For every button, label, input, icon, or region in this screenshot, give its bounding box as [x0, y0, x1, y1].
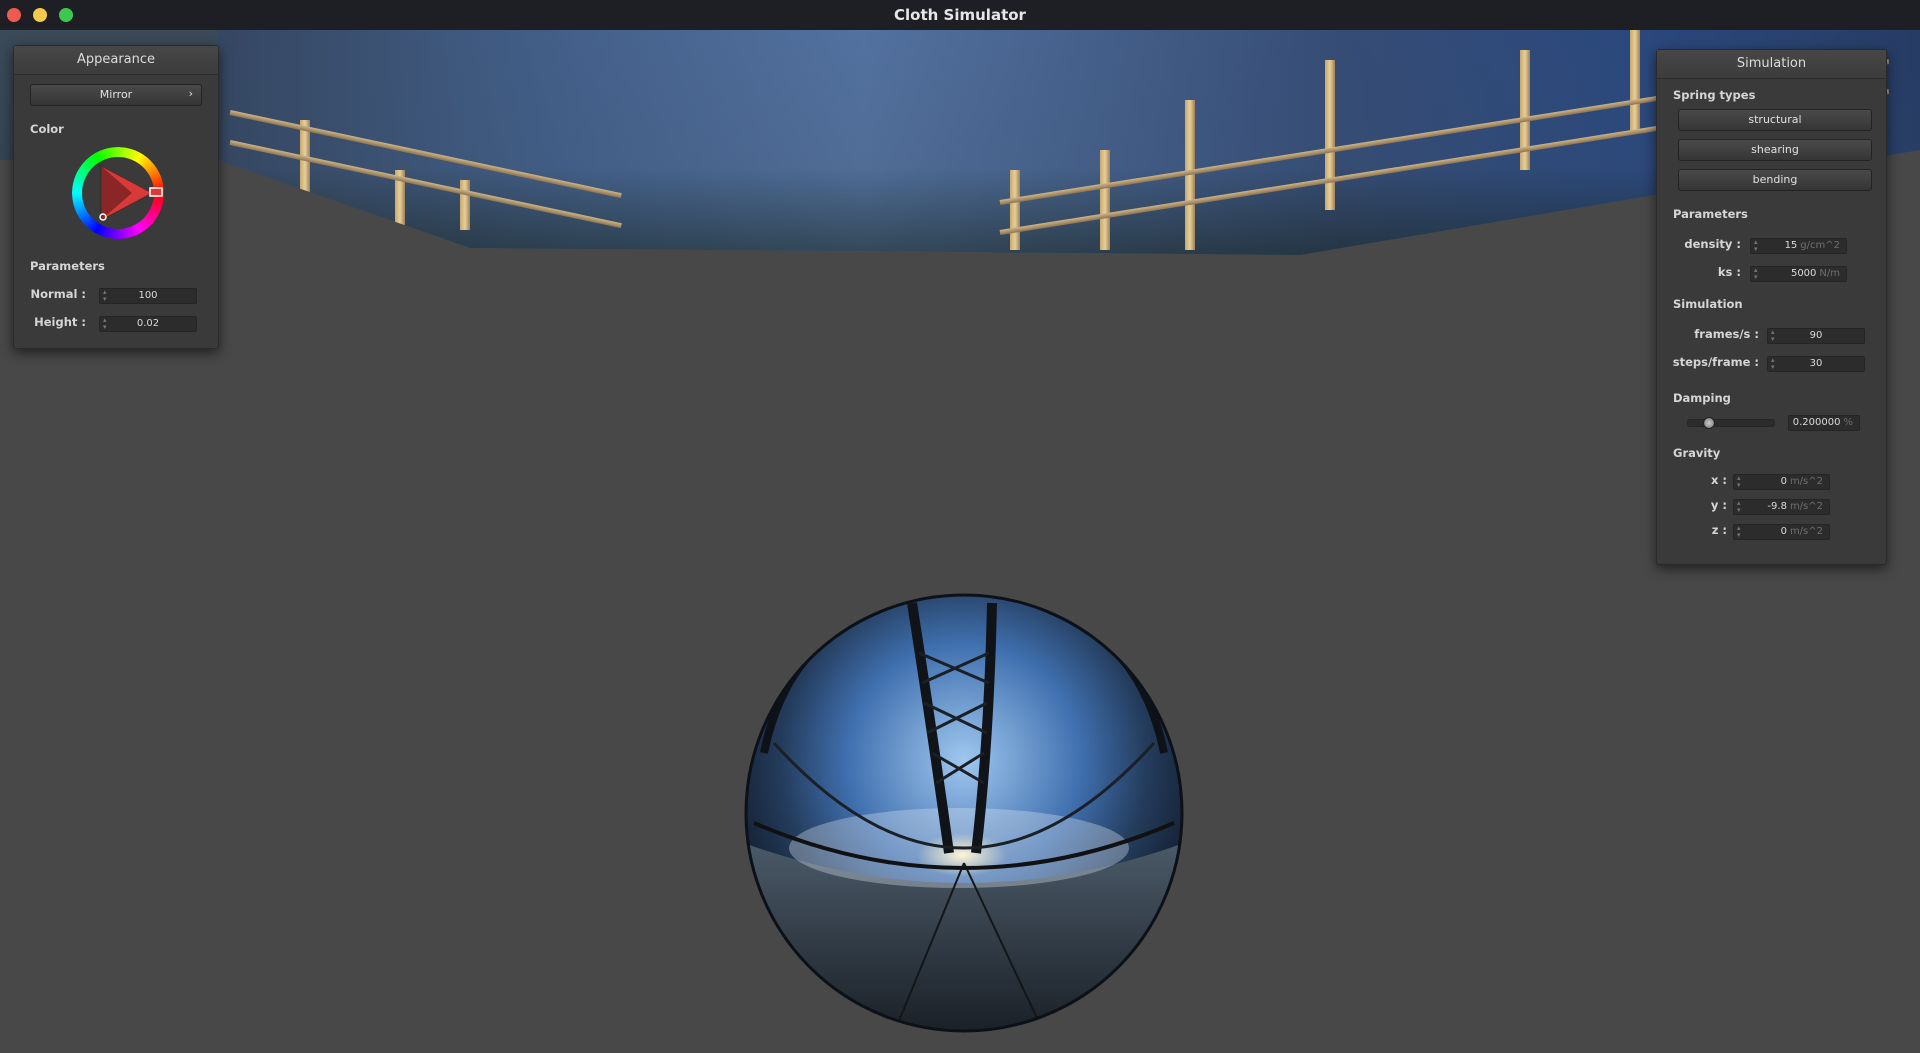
gravity-x-label: x :	[1710, 473, 1727, 487]
chevron-right-icon: ›	[188, 87, 193, 100]
frames-per-second-input[interactable]: ▴ ▾ 90	[1767, 328, 1865, 344]
density-input-value: 15	[1784, 240, 1798, 251]
frames-per-second-label: frames/s :	[1694, 327, 1759, 341]
render-viewport[interactable]	[0, 30, 1920, 1053]
parameters-section-label: Parameters	[30, 259, 105, 273]
frames-per-second-value: 90	[1809, 330, 1823, 341]
ks-input[interactable]: ▴ ▾ 5000 N/m	[1750, 266, 1847, 282]
spinner-icon[interactable]: ▴ ▾	[1737, 500, 1743, 514]
damping-slider[interactable]	[1687, 417, 1775, 429]
damping-slider-handle[interactable]	[1703, 417, 1716, 429]
damping-input-value: 0.200000	[1792, 417, 1841, 428]
title-bar: Cloth Simulator	[0, 0, 1920, 31]
density-input[interactable]: ▴ ▾ 15 g/cm^2	[1750, 238, 1847, 254]
height-label: Height :	[34, 315, 86, 329]
steps-per-frame-value: 30	[1809, 358, 1823, 369]
density-unit: g/cm^2	[1800, 240, 1840, 251]
gravity-section-label: Gravity	[1673, 446, 1721, 460]
gravity-x-input[interactable]: ▴ ▾ 0 m/s^2	[1733, 474, 1830, 490]
normal-input[interactable]: ▴ ▾ 100	[99, 288, 197, 304]
damping-unit: %	[1843, 417, 1853, 428]
simulation-panel-header[interactable]: Simulation	[1657, 50, 1886, 79]
window-title: Cloth Simulator	[894, 6, 1026, 24]
parameters-section-label: Parameters	[1673, 207, 1748, 221]
gravity-y-value: -9.8	[1767, 501, 1787, 512]
steps-per-frame-input[interactable]: ▴ ▾ 30	[1767, 356, 1865, 372]
material-dropdown[interactable]: Mirror ›	[30, 84, 202, 106]
normal-label: Normal :	[30, 287, 86, 301]
gravity-z-unit: m/s^2	[1789, 526, 1823, 537]
mirror-sphere[interactable]	[744, 593, 1184, 1033]
spinner-icon[interactable]: ▴ ▾	[1754, 239, 1760, 253]
spinner-icon[interactable]: ▴ ▾	[1737, 475, 1743, 489]
appearance-panel-header[interactable]: Appearance	[14, 46, 218, 75]
spring-types-label: Spring types	[1673, 88, 1756, 102]
gravity-x-value: 0	[1780, 476, 1787, 487]
damping-section-label: Damping	[1673, 391, 1731, 405]
ks-input-value: 5000	[1790, 268, 1817, 279]
gravity-x-unit: m/s^2	[1789, 476, 1823, 487]
normal-input-value: 100	[138, 290, 158, 301]
height-input[interactable]: ▴ ▾ 0.02	[99, 316, 197, 332]
spinner-icon[interactable]: ▴ ▾	[1737, 525, 1743, 539]
ks-unit: N/m	[1819, 268, 1840, 279]
material-dropdown-value: Mirror	[99, 88, 133, 101]
simulation-panel: Simulation Spring types structural shear…	[1656, 49, 1887, 565]
simulation-section-label: Simulation	[1673, 297, 1743, 311]
gravity-z-label: z :	[1711, 523, 1727, 537]
structural-toggle-button[interactable]: structural	[1678, 109, 1872, 131]
spinner-icon[interactable]: ▴ ▾	[1754, 267, 1760, 281]
steps-per-frame-label: steps/frame :	[1672, 355, 1759, 369]
damping-input[interactable]: 0.200000%	[1788, 415, 1860, 431]
height-input-value: 0.02	[136, 318, 160, 329]
color-wheel[interactable]	[72, 147, 164, 239]
color-section-label: Color	[30, 122, 64, 136]
gravity-y-input[interactable]: ▴ ▾ -9.8 m/s^2	[1733, 499, 1830, 515]
bending-toggle-button[interactable]: bending	[1678, 169, 1872, 191]
gravity-z-value: 0	[1780, 526, 1787, 537]
gravity-y-unit: m/s^2	[1789, 501, 1823, 512]
gravity-y-label: y :	[1710, 498, 1727, 512]
appearance-panel: Appearance Mirror › Color Parameters Nor…	[13, 45, 219, 349]
gravity-z-input[interactable]: ▴ ▾ 0 m/s^2	[1733, 524, 1830, 540]
density-label: density :	[1684, 237, 1741, 251]
shearing-toggle-button[interactable]: shearing	[1678, 139, 1872, 161]
ks-label: ks :	[1717, 265, 1741, 279]
environment-backdrop	[218, 30, 1920, 255]
